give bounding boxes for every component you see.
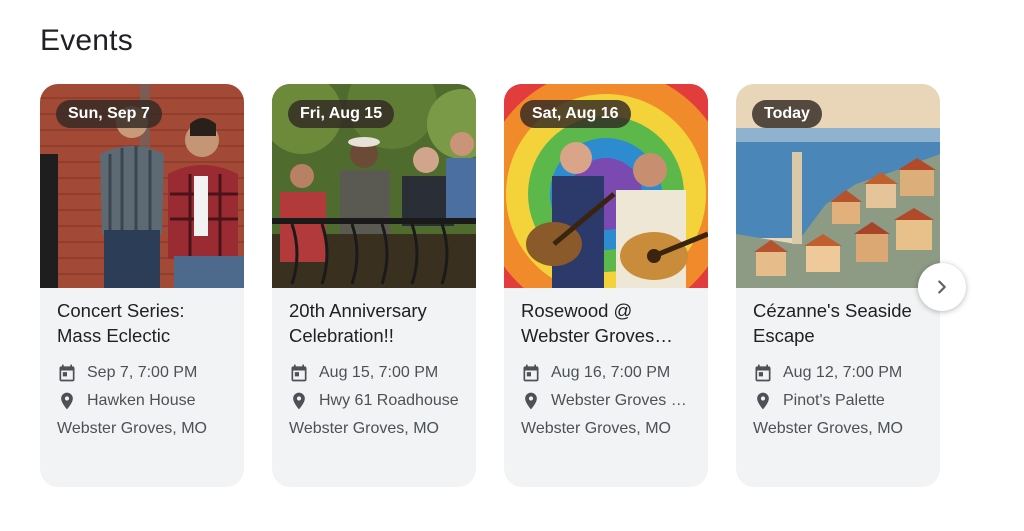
date-badge: Fri, Aug 15 [288, 100, 395, 128]
event-venue: Hwy 61 Roadhouse [319, 392, 459, 409]
event-title: Concert Series: Mass Eclectic [57, 300, 185, 346]
calendar-icon [291, 364, 307, 382]
event-venue-row: Webster Groves Park [521, 387, 694, 415]
event-venue: Webster Groves Park [551, 392, 694, 409]
event-image: Fri, Aug 15 [272, 84, 476, 288]
event-title: Cézanne's Seaside Escape [753, 300, 912, 346]
event-image: Sun, Sep 7 [40, 84, 244, 288]
calendar-icon [755, 364, 771, 382]
event-datetime-row: Sep 7, 7:00 PM [57, 359, 230, 387]
event-venue: Hawken House [87, 392, 196, 409]
event-image: Today [736, 84, 940, 288]
event-title: 20th Anniversary Celebration!! [289, 300, 427, 346]
event-datetime-row: Aug 16, 7:00 PM [521, 359, 694, 387]
event-card-anniversary[interactable]: Fri, Aug 15 20th Anniversary Celebration… [272, 84, 476, 487]
carousel-next-button[interactable] [918, 263, 966, 311]
event-datetime-row: Aug 12, 7:00 PM [753, 359, 926, 387]
event-datetime-row: Aug 15, 7:00 PM [289, 359, 462, 387]
calendar-icon [59, 364, 75, 382]
calendar-icon [523, 364, 539, 382]
event-city: Webster Groves, MO [57, 420, 207, 437]
event-venue-row: Pinot's Palette [753, 387, 926, 415]
location-pin-icon [293, 392, 305, 410]
date-badge: Today [752, 100, 822, 128]
event-datetime: Aug 12, 7:00 PM [783, 364, 903, 381]
location-pin-icon [61, 392, 73, 410]
section-title: Events [40, 24, 133, 57]
date-badge: Sun, Sep 7 [56, 100, 162, 128]
event-city: Webster Groves, MO [521, 420, 671, 437]
event-datetime: Aug 15, 7:00 PM [319, 364, 439, 381]
location-pin-icon [757, 392, 769, 410]
event-title: Rosewood @ Webster Groves Concert [521, 300, 655, 346]
event-venue: Pinot's Palette [783, 392, 885, 409]
chevron-right-icon [938, 280, 946, 294]
event-datetime: Sep 7, 7:00 PM [87, 364, 198, 381]
event-venue-row: Hwy 61 Roadhouse [289, 387, 462, 415]
event-image: Sat, Aug 16 [504, 84, 708, 288]
event-card-concert-series[interactable]: Sun, Sep 7 Concert Series: Mass Eclectic… [40, 84, 244, 487]
event-city: Webster Groves, MO [753, 420, 903, 437]
location-pin-icon [525, 392, 537, 410]
event-venue-row: Hawken House [57, 387, 230, 415]
event-datetime: Aug 16, 7:00 PM [551, 364, 671, 381]
date-badge: Sat, Aug 16 [520, 100, 631, 128]
event-city: Webster Groves, MO [289, 420, 439, 437]
event-card-cezanne[interactable]: Today Cézanne's Seaside Escape Aug 12, 7… [736, 84, 940, 487]
event-card-rosewood[interactable]: Sat, Aug 16 Rosewood @ Webster Groves Co… [504, 84, 708, 487]
